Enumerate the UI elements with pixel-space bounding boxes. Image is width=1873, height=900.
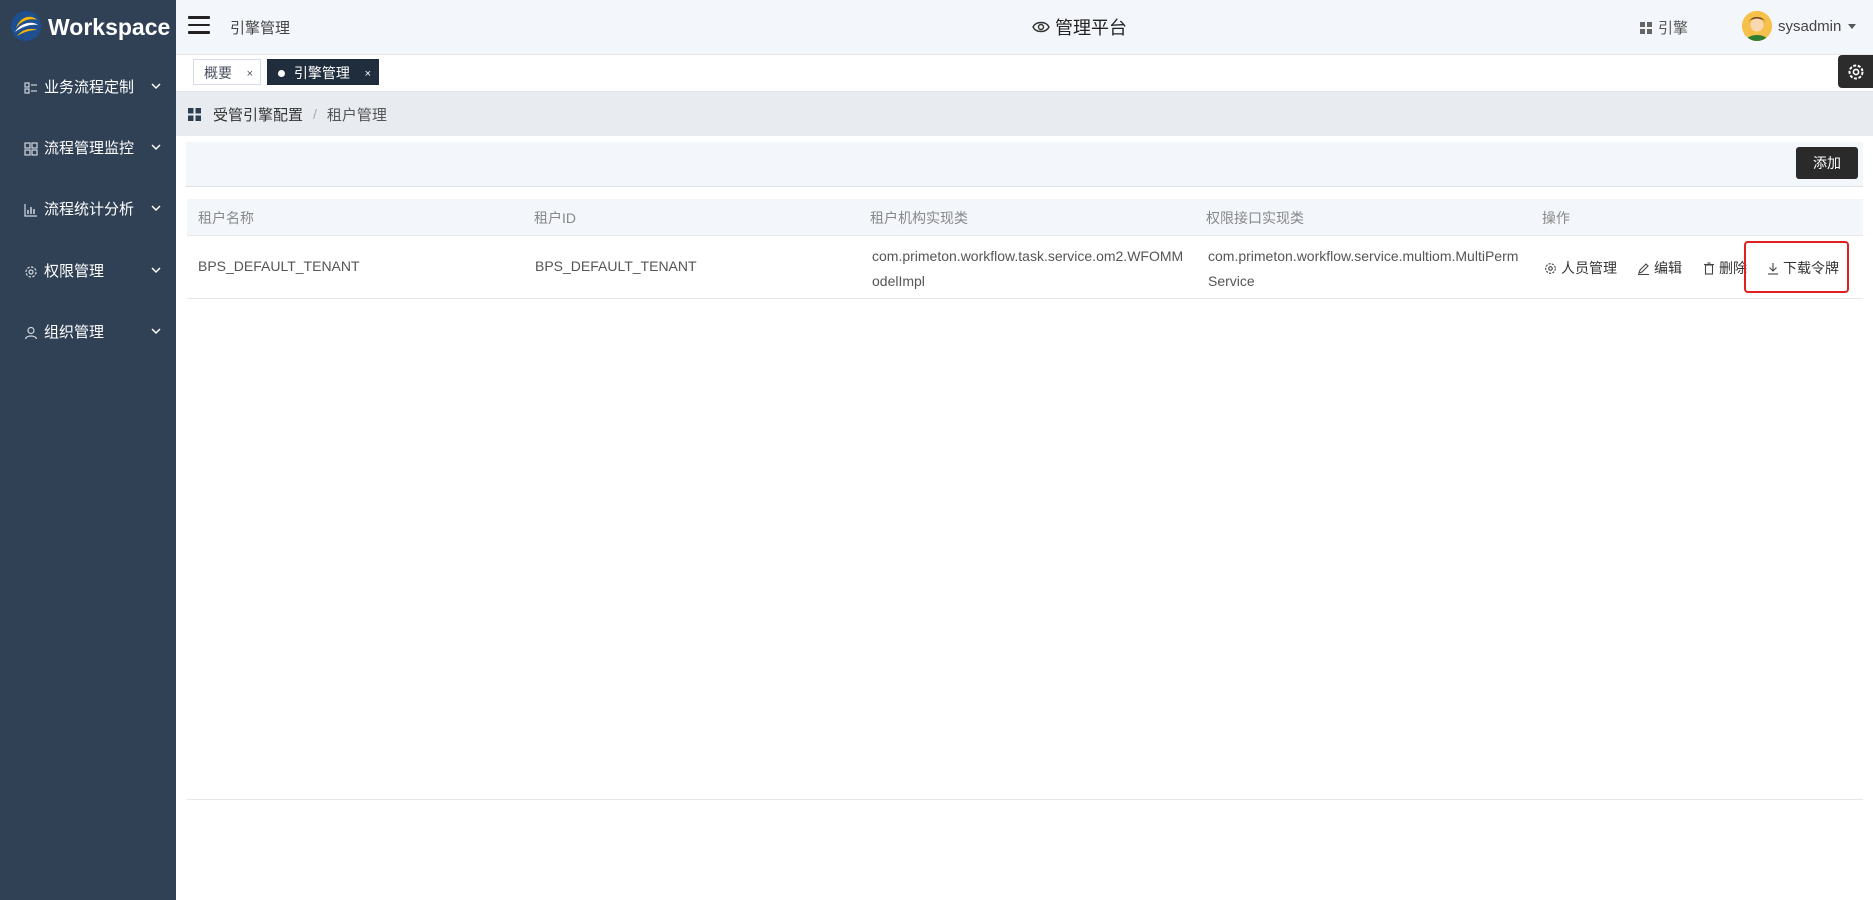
user-icon	[24, 326, 38, 340]
close-icon[interactable]: ×	[365, 61, 371, 87]
sidebar-item-process-monitor[interactable]: 流程管理监控	[0, 129, 176, 169]
top-header: 引擎管理 管理平台 引擎 sysadmin	[176, 0, 1873, 55]
sidebar-item-organization[interactable]: 组织管理	[0, 313, 176, 353]
cell-tenant-id: BPS_DEFAULT_TENANT	[535, 258, 697, 274]
engine-link[interactable]: 引擎	[1640, 17, 1688, 38]
pencil-icon	[1638, 262, 1649, 275]
cell-perm-impl: com.primeton.workflow.service.multiom.Mu…	[1208, 248, 1519, 289]
bar-chart-icon	[24, 204, 37, 217]
tabs-bar: 概要 × 引擎管理 ×	[176, 55, 1873, 92]
eye-icon	[1032, 21, 1050, 33]
column-header-org-impl: 租户机构实现类	[870, 210, 968, 226]
sidebar-item-process-stats[interactable]: 流程统计分析	[0, 190, 176, 230]
hamburger-menu-icon[interactable]	[188, 16, 210, 34]
sidebar-item-business-process[interactable]: 业务流程定制	[0, 68, 176, 108]
chevron-down-icon	[151, 144, 161, 151]
sidebar: Workspace 业务流程定制 流程管理监控 流程统计分析 权限管理 组织管理	[0, 0, 176, 900]
action-label: 编辑	[1654, 260, 1682, 276]
sidebar-item-label: 权限管理	[44, 263, 105, 280]
delete-button[interactable]: 删除	[1703, 258, 1747, 278]
sidebar-item-label: 流程统计分析	[44, 201, 135, 218]
breadcrumb: 受管引擎配置 / 租户管理	[176, 92, 1873, 136]
header-title: 引擎管理	[230, 20, 291, 37]
sidebar-item-label: 流程管理监控	[44, 140, 135, 157]
table-bottom-border	[187, 799, 1863, 800]
column-header-perm-impl: 权限接口实现类	[1206, 210, 1304, 226]
user-menu[interactable]: sysadmin	[1742, 11, 1857, 41]
tenant-table: 租户名称 租户ID 租户机构实现类 权限接口实现类 操作 BPS_DEFAULT…	[187, 199, 1863, 299]
cell-org-impl: com.primeton.workflow.task.service.om2.W…	[872, 248, 1184, 289]
platform-title: 管理平台	[1032, 14, 1127, 40]
cell-tenant-name: BPS_DEFAULT_TENANT	[198, 258, 360, 274]
chevron-down-icon	[151, 267, 161, 274]
add-button[interactable]: 添加	[1796, 147, 1858, 179]
chevron-down-icon	[151, 83, 161, 90]
gear-icon	[1848, 64, 1863, 79]
caret-down-icon	[1848, 24, 1857, 29]
grid-icon	[1640, 21, 1652, 34]
tab-overview[interactable]: 概要 ×	[193, 59, 261, 85]
breadcrumb-parent[interactable]: 受管引擎配置	[213, 104, 303, 125]
breadcrumb-separator: /	[313, 106, 317, 122]
chevron-down-icon	[151, 328, 161, 335]
toolbar: 添加	[186, 142, 1863, 187]
edit-button[interactable]: 编辑	[1637, 258, 1682, 278]
engine-link-label: 引擎	[1658, 20, 1689, 37]
workspace-logo-icon	[11, 11, 41, 41]
avatar	[1742, 11, 1772, 41]
settings-button[interactable]	[1838, 55, 1873, 88]
column-header-name: 租户名称	[198, 210, 254, 226]
tab-label: 概要	[204, 65, 232, 81]
active-dot-icon	[278, 70, 285, 77]
username: sysadmin	[1778, 17, 1842, 35]
table-header: 租户名称 租户ID 租户机构实现类 权限接口实现类 操作	[187, 199, 1863, 236]
gear-icon	[25, 266, 37, 278]
platform-title-text: 管理平台	[1055, 18, 1127, 38]
manage-users-button[interactable]: 人员管理	[1544, 258, 1617, 278]
grid-icon	[24, 142, 38, 156]
column-header-actions: 操作	[1542, 210, 1570, 226]
action-label: 人员管理	[1561, 260, 1617, 276]
list-icon	[24, 82, 37, 94]
chevron-down-icon	[151, 205, 161, 212]
close-icon[interactable]: ×	[247, 61, 253, 87]
tab-label: 引擎管理	[293, 65, 350, 81]
highlight-box	[1744, 241, 1849, 293]
trash-icon	[1704, 261, 1714, 275]
logo-text: Workspace	[48, 14, 171, 40]
apps-icon	[188, 107, 201, 121]
sidebar-item-label: 组织管理	[44, 324, 105, 341]
sidebar-item-label: 业务流程定制	[44, 79, 135, 96]
table-row: BPS_DEFAULT_TENANT BPS_DEFAULT_TENANT co…	[187, 236, 1863, 299]
logo[interactable]: Workspace	[0, 0, 176, 54]
sidebar-item-permissions[interactable]: 权限管理	[0, 252, 176, 292]
gear-icon	[1545, 262, 1556, 274]
tab-engine-management[interactable]: 引擎管理 ×	[267, 59, 379, 85]
breadcrumb-current: 租户管理	[326, 106, 387, 124]
action-label: 删除	[1719, 260, 1747, 276]
column-header-id: 租户ID	[534, 210, 576, 226]
